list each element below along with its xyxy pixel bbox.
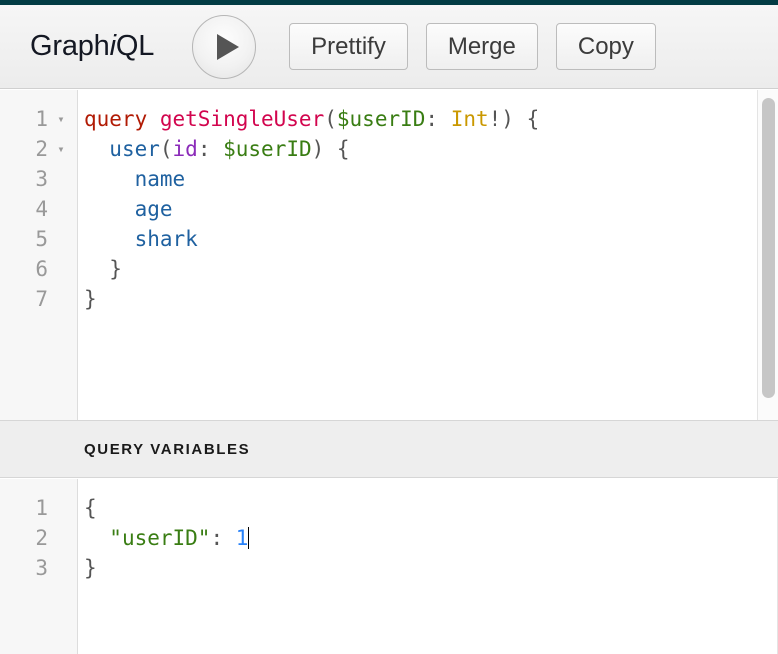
token-punct: : [210,526,236,550]
line-number-text: 1 [35,496,48,520]
line-number-text: 1 [35,107,48,131]
code-line: query getSingleUser($userID: Int!) { [79,104,778,134]
line-number: 5▾ [0,224,77,254]
line-number-text: 7 [35,287,48,311]
token-keyword: query [84,107,160,131]
line-number: 1▾ [0,493,77,523]
line-number-text: 3 [35,556,48,580]
token-punct: !) { [488,107,540,131]
line-number-text: 6 [35,257,48,281]
token-punct [84,227,135,251]
fold-toggle-icon[interactable]: ▾ [53,104,69,134]
token-variable: $userID [336,107,426,131]
query-editor-code[interactable]: query getSingleUser($userID: Int!) { use… [79,90,778,420]
variables-editor-code[interactable]: { "userID": 1} [79,479,778,654]
code-line: } [79,284,778,314]
merge-button[interactable]: Merge [425,23,538,70]
token-punct: : [197,137,224,161]
text-cursor [248,527,250,549]
line-number-text: 2 [35,526,48,550]
query-variables-title: QUERY VARIABLES [84,440,251,458]
token-number: 1 [235,526,249,550]
token-property: shark [134,227,198,251]
token-property: name [134,167,186,191]
variables-editor[interactable]: 1▾2▾3▾ { "userID": 1} [0,479,778,654]
code-line: } [79,254,778,284]
code-line: user(id: $userID) { [79,134,778,164]
token-punct [84,167,135,191]
code-line: shark [79,224,778,254]
line-number-text: 5 [35,227,48,251]
graphiql-app: GraphiQL Prettify Merge Copy 1▾2▾3▾4▾5▾6… [0,0,778,654]
line-number: 3▾ [0,553,77,583]
variables-editor-gutter: 1▾2▾3▾ [0,479,78,654]
token-variable: $userID [223,137,312,161]
token-punct: : [425,107,451,131]
line-number: 6▾ [0,254,77,284]
token-property: age [134,197,173,221]
token-punct: ( [159,137,173,161]
query-editor[interactable]: 1▾2▾3▾4▾5▾6▾7▾ query getSingleUser($user… [0,90,778,420]
line-number: 2▾ [0,523,77,553]
token-punct [84,137,109,161]
token-string: "userID" [109,526,211,550]
token-punct [84,197,135,221]
execute-query-button[interactable] [192,14,257,79]
line-number-text: 4 [35,197,48,221]
logo-prefix: Graph [30,30,110,62]
token-punct: ( [324,107,337,131]
fold-toggle-icon[interactable]: ▾ [53,134,69,164]
copy-button[interactable]: Copy [555,23,656,70]
line-number: 4▾ [0,194,77,224]
line-number: 3▾ [0,164,77,194]
token-punct: } [84,257,122,281]
token-punct: { [84,496,97,520]
line-number-text: 3 [35,167,48,191]
token-property: user [109,137,160,161]
code-line: age [79,194,778,224]
graphiql-logo: GraphiQL [30,30,154,63]
line-number: 2▾ [0,134,77,164]
line-number: 1▾ [0,104,77,134]
toolbar-button-group: Prettify Merge Copy [289,23,656,70]
query-editor-scrollbar-thumb[interactable] [762,98,775,398]
line-number-text: 2 [35,137,48,161]
token-attribute: id [172,137,198,161]
code-line: { [79,493,778,523]
query-editor-gutter: 1▾2▾3▾4▾5▾6▾7▾ [0,90,78,420]
play-icon [216,33,239,60]
token-punct [84,526,109,550]
code-line: name [79,164,778,194]
prettify-button[interactable]: Prettify [289,23,408,70]
query-editor-scrollbar[interactable] [757,90,778,420]
token-punct: } [84,556,97,580]
token-punct: } [84,287,97,311]
token-def: getSingleUser [159,107,325,131]
variables-editor-pane: 1▾2▾3▾ { "userID": 1} [0,479,778,654]
token-type: Int [450,107,489,131]
token-punct: ) { [311,137,350,161]
code-line: "userID": 1 [79,523,778,553]
query-variables-header[interactable]: QUERY VARIABLES [0,420,778,478]
code-line: } [79,553,778,583]
line-number: 7▾ [0,284,77,314]
toolbar: GraphiQL Prettify Merge Copy [0,5,778,89]
query-editor-pane: 1▾2▾3▾4▾5▾6▾7▾ query getSingleUser($user… [0,90,778,420]
logo-suffix: QL [115,30,155,62]
